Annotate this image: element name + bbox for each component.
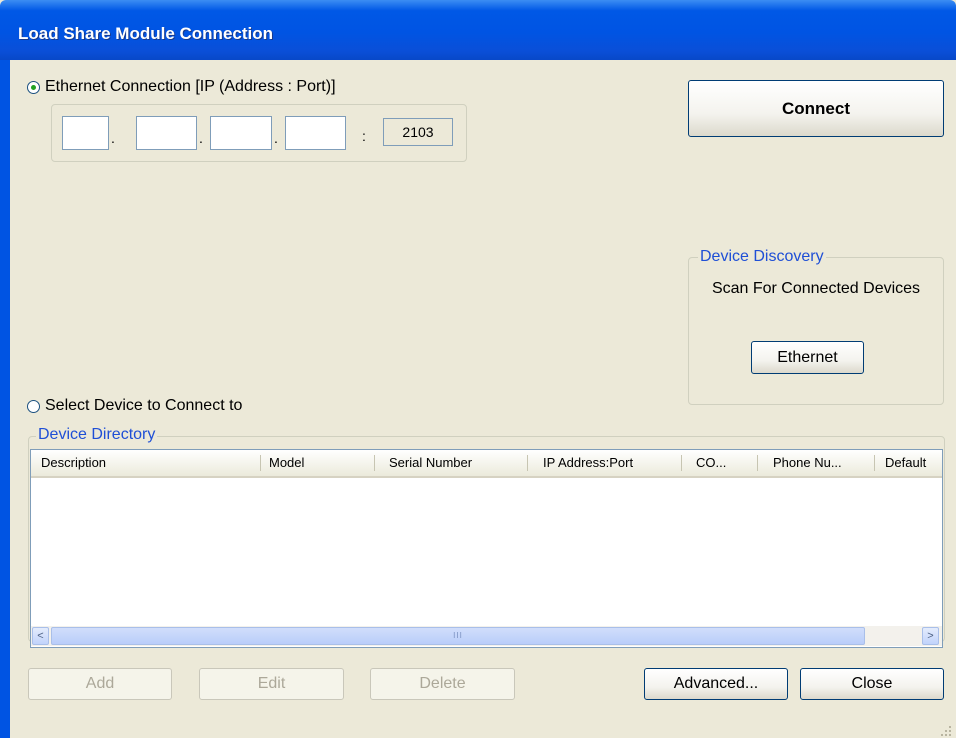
port-field[interactable]: 2103 — [383, 118, 453, 146]
select-device-label[interactable]: Select Device to Connect to — [45, 397, 242, 415]
column-separator[interactable] — [681, 455, 682, 471]
column-header-com[interactable]: CO... — [696, 450, 751, 476]
window-title: Load Share Module Connection — [18, 24, 274, 43]
dialog-window: Load Share Module Connection Ethernet Co… — [0, 0, 956, 738]
column-separator[interactable] — [757, 455, 758, 471]
column-header-description[interactable]: Description — [41, 450, 261, 476]
window-frame-left — [0, 60, 10, 738]
ip-octet-4-input[interactable] — [285, 116, 346, 150]
select-device-radio[interactable] — [27, 400, 40, 413]
device-discovery-legend: Device Discovery — [698, 248, 826, 266]
device-directory-list[interactable]: Description Model Serial Number IP Addre… — [30, 449, 943, 648]
ethernet-scan-button[interactable]: Ethernet — [751, 341, 864, 374]
scroll-left-button[interactable]: < — [32, 627, 49, 645]
column-separator[interactable] — [874, 455, 875, 471]
scroll-thumb[interactable]: III — [51, 627, 865, 645]
advanced-button[interactable]: Advanced... — [644, 668, 788, 700]
delete-button[interactable]: Delete — [370, 668, 515, 700]
list-header: Description Model Serial Number IP Addre… — [31, 450, 942, 478]
dialog-client-area: Ethernet Connection [IP (Address : Port)… — [10, 60, 956, 738]
close-button[interactable]: Close — [800, 668, 944, 700]
column-header-phone-number[interactable]: Phone Nu... — [773, 450, 873, 476]
ip-octet-1-input[interactable] — [62, 116, 109, 150]
connect-button[interactable]: Connect — [688, 80, 944, 137]
column-separator[interactable] — [260, 455, 261, 471]
ethernet-connection-label[interactable]: Ethernet Connection [IP (Address : Port)… — [45, 78, 336, 96]
ethernet-connection-radio[interactable] — [27, 81, 40, 94]
column-header-default[interactable]: Default — [885, 450, 942, 476]
column-header-ip-address-port[interactable]: IP Address:Port — [543, 450, 683, 476]
ip-dot-1: . — [111, 130, 115, 146]
column-separator[interactable] — [374, 455, 375, 471]
scan-caption: Scan For Connected Devices — [711, 280, 921, 297]
scroll-right-button[interactable]: > — [922, 627, 939, 645]
column-separator[interactable] — [527, 455, 528, 471]
add-button[interactable]: Add — [28, 668, 172, 700]
radio-selected-dot — [31, 85, 36, 90]
edit-button[interactable]: Edit — [199, 668, 344, 700]
resize-grip-icon[interactable] — [940, 724, 952, 736]
ip-octet-2-input[interactable] — [136, 116, 197, 150]
column-header-model[interactable]: Model — [269, 450, 369, 476]
ip-dot-3: . — [274, 130, 278, 146]
ip-octet-3-input[interactable] — [210, 116, 272, 150]
horizontal-scrollbar[interactable]: < III > — [31, 626, 942, 646]
port-separator: : — [362, 128, 366, 144]
device-directory-legend: Device Directory — [36, 426, 158, 444]
ip-dot-2: . — [199, 130, 203, 146]
title-bar[interactable]: Load Share Module Connection — [0, 0, 956, 60]
column-header-serial-number[interactable]: Serial Number — [389, 450, 519, 476]
